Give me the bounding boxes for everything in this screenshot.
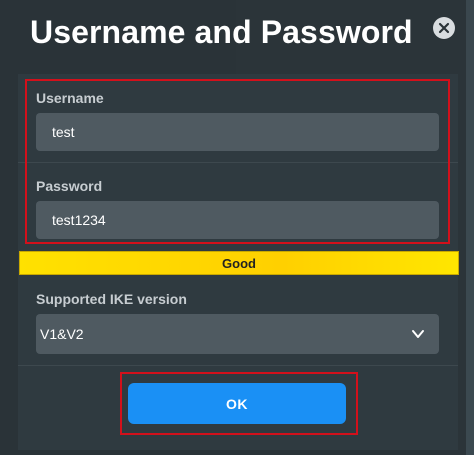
password-input[interactable] <box>36 201 439 239</box>
dialog-title: Username and Password <box>30 14 413 50</box>
ike-version-label: Supported IKE version <box>36 291 187 307</box>
ike-version-select[interactable]: V1&V2 <box>36 314 439 354</box>
password-strength-label: Good <box>222 255 256 271</box>
divider <box>18 162 458 163</box>
close-button[interactable] <box>433 17 455 39</box>
password-strength-bar: Good <box>19 251 459 275</box>
ike-version-value: V1&V2 <box>40 326 84 342</box>
username-input[interactable] <box>36 113 439 151</box>
ok-button[interactable]: OK <box>128 383 346 424</box>
divider <box>18 365 458 366</box>
username-label: Username <box>36 90 104 106</box>
credentials-dialog: Username and Password Username Password … <box>0 0 466 455</box>
close-icon <box>438 22 450 34</box>
password-label: Password <box>36 178 103 194</box>
chevron-down-icon <box>412 330 424 338</box>
